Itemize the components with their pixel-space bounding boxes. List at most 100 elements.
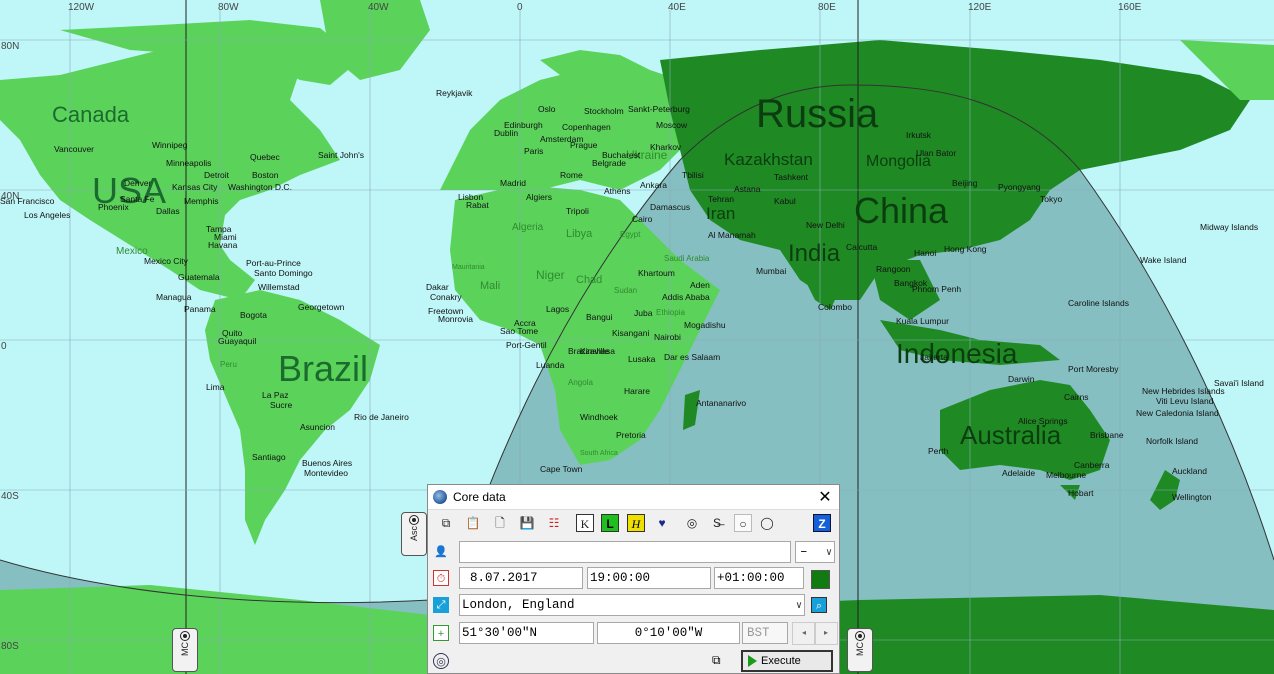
city-label: Lima	[206, 382, 225, 392]
ring-icon[interactable]: ◯	[758, 514, 776, 532]
country-label: Sudan	[614, 286, 638, 295]
paste-icon[interactable]: 📋	[464, 514, 482, 532]
city-label: Caroline Islands	[1068, 298, 1129, 308]
dialog-titlebar[interactable]: Core data ✕	[428, 485, 839, 510]
z-icon[interactable]: Z	[813, 514, 831, 532]
city-label: Juba	[634, 308, 653, 318]
country-label: Algeria	[512, 222, 544, 233]
city-label: Kuala Lumpur	[896, 316, 949, 326]
execute-label: Execute	[761, 655, 801, 667]
country-label: Kazakhstan	[724, 150, 813, 169]
offset-field[interactable]: +01:00:00	[714, 567, 804, 589]
city-label: Alice Springs	[1018, 416, 1068, 426]
city-label: Kansas City	[172, 182, 218, 192]
gender-value: –	[800, 545, 808, 559]
city-label: Rio de Janeiro	[354, 412, 409, 422]
city-label: Hanoi	[914, 248, 937, 258]
close-button[interactable]: ✕	[811, 487, 839, 507]
city-label: Beijing	[952, 178, 978, 188]
country-label: Iran	[706, 204, 736, 223]
date-field[interactable]: 8.07.2017	[459, 567, 583, 589]
chevron-down-icon: ∨	[825, 548, 832, 559]
city-label: Irkutsk	[906, 130, 932, 140]
city-label: Washington D.C.	[228, 182, 292, 192]
city-label: Nairobi	[654, 332, 681, 342]
city-label: Santa Fe	[120, 194, 155, 204]
city-label: Tehran	[708, 194, 734, 204]
execute-button[interactable]: Execute	[741, 650, 833, 672]
lat-label: 80N	[1, 41, 20, 52]
time-field[interactable]: 19:00:00	[587, 567, 711, 589]
double-circle-icon[interactable]: ○	[734, 514, 752, 532]
city-label: Pyongyang	[998, 182, 1041, 192]
mc-label: MC	[179, 642, 190, 656]
city-label: Port-Gentil	[506, 340, 547, 350]
color-swatch-button[interactable]	[811, 570, 830, 589]
longitude-field[interactable]: 0°10'00"W	[597, 622, 740, 644]
city-label: Wake Island	[1140, 255, 1187, 265]
city-label: Guayaquil	[218, 336, 257, 346]
name-field[interactable]	[459, 541, 791, 563]
mc-label: MC	[854, 642, 865, 656]
city-label: Guatemala	[178, 272, 220, 282]
h-icon[interactable]: H	[627, 514, 645, 532]
city-label: Rangoon	[876, 264, 911, 274]
city-label: Managua	[156, 292, 192, 302]
lon-label: 120E	[968, 2, 992, 13]
l-icon[interactable]: L	[601, 514, 619, 532]
city-label: Windhoek	[580, 412, 618, 422]
city-label: Algiers	[526, 192, 552, 202]
person-card-icon[interactable]: 👤	[433, 544, 449, 560]
lat-label: 40S	[1, 491, 19, 502]
mc-marker-left[interactable]: MC	[172, 628, 198, 672]
city-label: Denver	[124, 178, 152, 188]
city-label: Port-au-Prince	[246, 258, 301, 268]
city-label: Los Angeles	[24, 210, 71, 220]
coordinates-icon[interactable]: +	[433, 625, 449, 641]
city-label: Ulan Bator	[916, 148, 957, 158]
city-label: Madrid	[500, 178, 526, 188]
calendar-icon[interactable]: ⏱	[433, 570, 449, 586]
zone-next-button[interactable]: ▸	[814, 622, 838, 645]
lon-label: 120W	[68, 2, 95, 13]
place-combobox[interactable]: London, England ∨	[459, 594, 805, 616]
mc-marker-right[interactable]: MC	[847, 628, 873, 672]
city-label: Buenos Aires	[302, 458, 353, 468]
table-icon[interactable]: ☷	[545, 514, 563, 532]
city-label: Perth	[928, 446, 949, 456]
city-label: Khartoum	[638, 268, 675, 278]
copy-data-icon[interactable]: ⧉	[712, 653, 721, 668]
city-label: Savai'i Island	[1214, 378, 1264, 388]
city-label: Addis Ababa	[662, 292, 710, 302]
gender-select[interactable]: – ∨	[795, 541, 835, 563]
country-label: China	[854, 190, 949, 231]
country-label: Mexico	[116, 246, 148, 257]
latitude-field[interactable]: 51°30'00"N	[459, 622, 594, 644]
city-label: Kinshasa	[580, 346, 615, 356]
new-icon[interactable]: 🗋	[491, 514, 509, 532]
zone-prev-button[interactable]: ◂	[792, 622, 816, 645]
city-label: Mexico City	[144, 256, 188, 266]
city-label: Mogadishu	[684, 320, 726, 330]
city-label: Lusaka	[628, 354, 656, 364]
city-label: Antananarivo	[696, 398, 747, 408]
asc-marker[interactable]: Asc	[401, 512, 427, 556]
globe-pin-icon[interactable]: ⤢	[433, 597, 449, 613]
city-label: Asuncion	[300, 422, 335, 432]
heart-icon[interactable]: ♥	[653, 514, 671, 532]
settings-ring-icon[interactable]: ◎	[433, 653, 449, 669]
circle-icon[interactable]: ◎	[683, 514, 701, 532]
k-icon[interactable]: K	[576, 514, 594, 532]
city-label: Paris	[524, 146, 544, 156]
map-search-icon[interactable]: ⌕	[811, 597, 827, 613]
lon-label: 0	[517, 2, 523, 13]
city-label: Canberra	[1074, 460, 1110, 470]
city-label: Rabat	[466, 200, 489, 210]
save-icon[interactable]: 💾	[518, 514, 536, 532]
strike-icon[interactable]: S̶	[708, 514, 726, 532]
city-label: Tokyo	[1040, 194, 1063, 204]
city-label: Minneapolis	[166, 158, 212, 168]
copy-icon[interactable]: ⧉	[437, 514, 455, 532]
core-data-dialog: Core data ✕ ⧉ 📋 🗋 💾 ☷ K L H ♥ ◎ S̶ ○ ◯ Z…	[427, 484, 840, 674]
city-label: Port Moresby	[1068, 364, 1119, 374]
